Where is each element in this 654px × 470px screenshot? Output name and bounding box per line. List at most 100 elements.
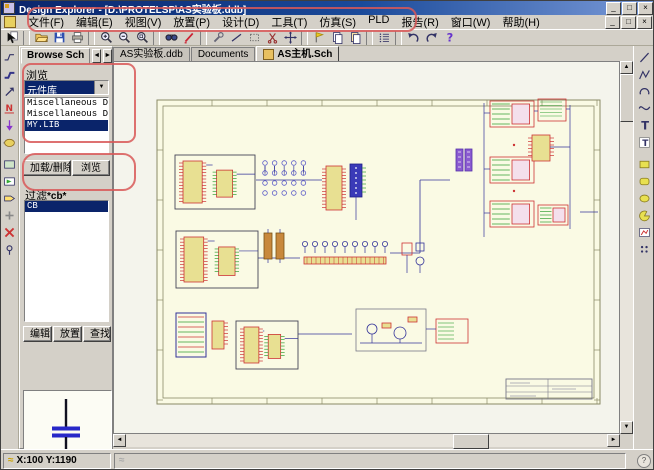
curve-button[interactable] (637, 100, 653, 116)
library-list[interactable]: Miscellaneous DeMiscellaneous DeMY.LIB (24, 97, 109, 154)
menu-item-3[interactable]: 视图(V) (119, 14, 168, 30)
zoom-in-button[interactable] (97, 30, 115, 45)
zoom-sheet-button[interactable] (133, 30, 151, 45)
doc-minimize-button[interactable]: _ (605, 16, 620, 29)
document-icon[interactable] (4, 16, 16, 28)
port-button[interactable] (2, 190, 18, 206)
part-button[interactable] (2, 134, 18, 150)
text-frame-icon: T (638, 136, 651, 149)
chevron-down-icon[interactable]: ▼ (94, 81, 108, 94)
line-tool-button[interactable] (637, 49, 653, 65)
find-button[interactable] (162, 30, 180, 45)
undo-button[interactable] (404, 30, 422, 45)
menu-item-1[interactable]: 文件(F) (22, 14, 70, 30)
document-tab-1[interactable]: AS实验板.ddb (113, 47, 190, 61)
horizontal-scrollbar[interactable]: ◄ ► (113, 434, 620, 447)
find-component-button[interactable]: 查找 (83, 326, 111, 342)
no-erc-button[interactable] (2, 224, 18, 240)
scroll-up-icon[interactable]: ▲ (620, 61, 633, 74)
menu-item-8[interactable]: PLD (362, 14, 395, 30)
status-help-icon[interactable]: ? (637, 454, 651, 468)
array-button[interactable] (637, 241, 653, 257)
help-button[interactable]: ? (440, 30, 458, 45)
scroll-down-icon[interactable]: ▼ (620, 421, 633, 434)
text-frame-button[interactable]: T (637, 134, 653, 150)
browse-library-button[interactable]: 浏览 (72, 160, 110, 176)
menu-item-6[interactable]: 工具(T) (265, 14, 313, 30)
menu-item-2[interactable]: 编辑(E) (70, 14, 119, 30)
scroll-left-icon[interactable]: ◄ (113, 434, 126, 447)
round-rect-button[interactable] (637, 173, 653, 189)
power-port-button[interactable] (2, 117, 18, 133)
documents-button[interactable] (328, 30, 346, 45)
probe-button[interactable] (2, 83, 18, 99)
menu-item-10[interactable]: 窗口(W) (445, 14, 497, 30)
menu-item-5[interactable]: 设计(D) (216, 14, 265, 30)
edit-component-button[interactable]: 编辑 (23, 326, 52, 342)
save-button[interactable] (50, 30, 68, 45)
select-button[interactable] (3, 30, 21, 45)
print-button[interactable] (68, 30, 86, 45)
vertical-scrollbar[interactable]: ▲ ▼ (620, 61, 633, 434)
library-item-1[interactable]: Miscellaneous De (25, 98, 108, 109)
menu-bar: 文件(F)编辑(E)视图(V)放置(P)设计(D)工具(T)仿真(S)PLD报告… (1, 15, 654, 30)
place-component-button[interactable]: 放置 (53, 326, 82, 342)
flag-button[interactable] (310, 30, 328, 45)
rectangle-button[interactable] (637, 156, 653, 172)
minimize-button[interactable]: _ (606, 2, 621, 15)
redo-button[interactable] (422, 30, 440, 45)
cut-button[interactable] (263, 30, 281, 45)
rect-select-button[interactable] (245, 30, 263, 45)
documents-alt-button[interactable] (346, 30, 364, 45)
move-icon (284, 31, 297, 44)
doc-close-button[interactable]: × (637, 16, 652, 29)
polyline-button[interactable] (637, 66, 653, 82)
tab-browse-sch[interactable]: Browse Sch (21, 48, 90, 64)
text-button[interactable]: T (637, 117, 653, 133)
menu-item-7[interactable]: 仿真(S) (313, 14, 362, 30)
move-button[interactable] (281, 30, 299, 45)
menu-item-9[interactable]: 报告(R) (395, 14, 444, 30)
cut-icon (266, 31, 279, 44)
menu-item-11[interactable]: 帮助(H) (496, 14, 545, 30)
line-button[interactable] (227, 30, 245, 45)
document-tab-3[interactable]: AS主机.Sch (256, 46, 339, 61)
line-tool-icon (638, 51, 651, 64)
panel-tab-left-arrow[interactable]: ◄ (92, 49, 101, 63)
wrench-button[interactable] (209, 30, 227, 45)
close-button[interactable]: × (638, 2, 653, 15)
net-label-button[interactable]: N (2, 100, 18, 116)
sheet-entry-icon (3, 175, 16, 188)
library-item-3[interactable]: MY.LIB (25, 120, 108, 131)
annotate-icon (183, 31, 196, 44)
graph-button[interactable] (637, 224, 653, 240)
maximize-button[interactable]: □ (622, 2, 637, 15)
sheet-entry-button[interactable] (2, 173, 18, 189)
open-button[interactable] (32, 30, 50, 45)
component-item-1[interactable]: CB (25, 201, 108, 212)
part-icon (3, 136, 16, 149)
wire-button[interactable] (2, 49, 18, 65)
sheet-symbol-button[interactable] (2, 156, 18, 172)
add-remove-library-button[interactable]: 加载/删除 (23, 160, 71, 176)
pie-button[interactable] (637, 207, 653, 223)
menu-item-4[interactable]: 放置(P) (167, 14, 216, 30)
document-tab-2[interactable]: Documents (191, 47, 256, 61)
panel-tab-right-arrow[interactable]: ► (103, 49, 112, 63)
dropdown-value: 元件库 (25, 81, 94, 94)
directive-button[interactable] (2, 241, 18, 257)
component-list[interactable]: CB (24, 200, 109, 322)
junction-button[interactable] (2, 207, 18, 223)
scroll-right-icon[interactable]: ► (607, 434, 620, 447)
zoom-out-button[interactable] (115, 30, 133, 45)
doc-restore-button[interactable]: □ (621, 16, 636, 29)
schematic-canvas[interactable] (113, 61, 620, 434)
ellipse-button[interactable] (637, 190, 653, 206)
list-button[interactable] (375, 30, 393, 45)
arc-button[interactable] (637, 83, 653, 99)
library-item-2[interactable]: Miscellaneous De (25, 109, 108, 120)
horizontal-scroll-thumb[interactable] (453, 434, 489, 449)
browse-type-dropdown[interactable]: 元件库 ▼ (24, 80, 109, 95)
annotate-button[interactable] (180, 30, 198, 45)
bus-button[interactable] (2, 66, 18, 82)
